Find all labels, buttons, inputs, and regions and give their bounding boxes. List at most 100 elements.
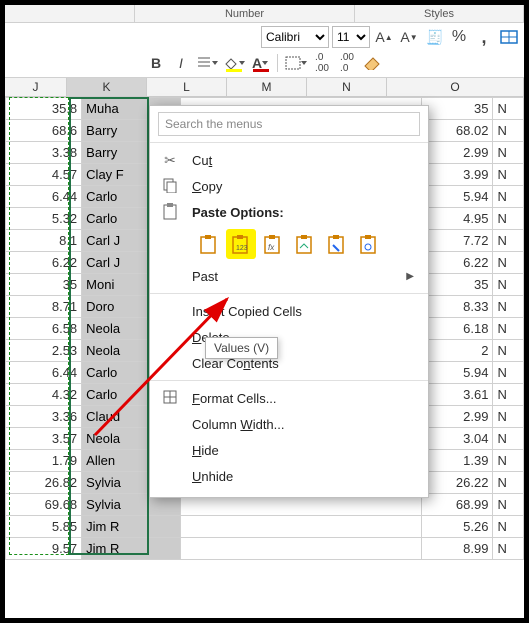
cell-o[interactable]: 1.39 <box>422 450 493 472</box>
cell-p[interactable]: N <box>493 274 524 296</box>
cell-o[interactable]: 6.18 <box>422 318 493 340</box>
menu-unhide[interactable]: Unhide <box>150 463 428 489</box>
align-icon[interactable] <box>195 52 219 74</box>
menu-format-cells[interactable]: Format Cells... <box>150 385 428 411</box>
cell-p[interactable]: N <box>493 450 524 472</box>
cell-j[interactable]: 6.22 <box>6 252 82 274</box>
cell-j[interactable]: 3.57 <box>6 428 82 450</box>
cell-o[interactable]: 2 <box>422 340 493 362</box>
increase-decimal-icon[interactable]: .0.00 <box>311 52 333 74</box>
cell-k[interactable]: Jim R <box>82 538 181 560</box>
percent-icon[interactable]: % <box>448 26 470 48</box>
comma-icon[interactable]: , <box>473 26 495 48</box>
cell-p[interactable]: N <box>493 230 524 252</box>
menu-delete[interactable]: Delete <box>150 324 428 350</box>
cell-o[interactable]: 3.61 <box>422 384 493 406</box>
number-format-icon[interactable]: 🧾 <box>423 26 445 48</box>
paste-link-icon[interactable] <box>354 229 384 259</box>
decrease-decimal-icon[interactable]: .00.0 <box>336 52 358 74</box>
cell-p[interactable]: N <box>493 494 524 516</box>
font-color-icon[interactable]: A <box>249 52 271 74</box>
cell-j[interactable]: 5.85 <box>6 516 82 538</box>
table-row[interactable]: 9.57Jim R 8.99N <box>6 538 524 560</box>
col-header-n[interactable]: N <box>307 78 387 96</box>
menu-copy[interactable]: Copy <box>150 173 428 199</box>
cell-p[interactable]: N <box>493 362 524 384</box>
cell-o[interactable]: 5.26 <box>422 516 493 538</box>
paste-transpose-icon[interactable] <box>290 229 320 259</box>
cell-p[interactable]: N <box>493 538 524 560</box>
cell-hidden[interactable] <box>181 516 422 538</box>
decrease-font-icon[interactable]: A▼ <box>398 26 420 48</box>
cell-o[interactable]: 68.02 <box>422 120 493 142</box>
cell-o[interactable]: 6.22 <box>422 252 493 274</box>
cell-j[interactable]: 4.57 <box>6 164 82 186</box>
cell-o[interactable]: 2.99 <box>422 142 493 164</box>
cell-p[interactable]: N <box>493 142 524 164</box>
borders-icon[interactable] <box>284 52 308 74</box>
cell-p[interactable]: N <box>493 406 524 428</box>
cell-p[interactable]: N <box>493 252 524 274</box>
col-header-j[interactable]: J <box>5 78 67 96</box>
col-header-l[interactable]: L <box>147 78 227 96</box>
cell-j[interactable]: 1.79 <box>6 450 82 472</box>
cell-p[interactable]: N <box>493 428 524 450</box>
col-header-k[interactable]: K <box>67 78 147 96</box>
cell-o[interactable]: 8.33 <box>422 296 493 318</box>
cell-j[interactable]: 8.71 <box>6 296 82 318</box>
clear-format-icon[interactable] <box>361 52 383 74</box>
cell-o[interactable]: 5.94 <box>422 186 493 208</box>
cell-o[interactable]: 2.99 <box>422 406 493 428</box>
cell-p[interactable]: N <box>493 208 524 230</box>
font-name-select[interactable]: Calibri <box>261 26 329 48</box>
styles-icon[interactable] <box>498 26 520 48</box>
cell-p[interactable]: N <box>493 318 524 340</box>
cell-p[interactable]: N <box>493 384 524 406</box>
cell-j[interactable]: 9.57 <box>6 538 82 560</box>
cell-j[interactable]: 68.6 <box>6 120 82 142</box>
cell-p[interactable]: N <box>493 516 524 538</box>
menu-cut[interactable]: ✂ Cut <box>150 147 428 173</box>
cell-k[interactable]: Jim R <box>82 516 181 538</box>
cell-hidden[interactable] <box>181 538 422 560</box>
cell-j[interactable]: 3.38 <box>6 142 82 164</box>
cell-j[interactable]: 69.68 <box>6 494 82 516</box>
cell-p[interactable]: N <box>493 120 524 142</box>
paste-all-icon[interactable] <box>194 229 224 259</box>
fill-color-icon[interactable] <box>222 52 246 74</box>
cell-j[interactable]: 6.44 <box>6 362 82 384</box>
cell-j[interactable]: 26.82 <box>6 472 82 494</box>
cell-o[interactable]: 4.95 <box>422 208 493 230</box>
cell-o[interactable]: 26.22 <box>422 472 493 494</box>
cell-o[interactable]: 3.99 <box>422 164 493 186</box>
cell-p[interactable]: N <box>493 296 524 318</box>
cell-p[interactable]: N <box>493 472 524 494</box>
cell-j[interactable]: 2.53 <box>6 340 82 362</box>
font-size-select[interactable]: 11 <box>332 26 370 48</box>
italic-icon[interactable]: I <box>170 52 192 74</box>
menu-paste-special[interactable]: Past ▶ <box>150 263 428 289</box>
col-header-o[interactable]: O <box>387 78 524 96</box>
menu-insert-copied-cells[interactable]: Insert Copied Cells <box>150 298 428 324</box>
cell-j[interactable]: 35.8 <box>6 98 82 120</box>
cell-p[interactable]: N <box>493 98 524 120</box>
bold-icon[interactable]: B <box>145 52 167 74</box>
menu-search-input[interactable]: Search the menus <box>158 112 420 136</box>
cell-p[interactable]: N <box>493 186 524 208</box>
cell-o[interactable]: 68.99 <box>422 494 493 516</box>
menu-hide[interactable]: Hide <box>150 437 428 463</box>
cell-j[interactable]: 3.36 <box>6 406 82 428</box>
cell-o[interactable]: 35 <box>422 98 493 120</box>
cell-p[interactable]: N <box>493 340 524 362</box>
paste-formulas-icon[interactable]: fx <box>258 229 288 259</box>
cell-p[interactable]: N <box>493 164 524 186</box>
cell-o[interactable]: 8.99 <box>422 538 493 560</box>
cell-o[interactable]: 5.94 <box>422 362 493 384</box>
col-header-m[interactable]: M <box>227 78 307 96</box>
cell-o[interactable]: 3.04 <box>422 428 493 450</box>
cell-j[interactable]: 6.58 <box>6 318 82 340</box>
cell-j[interactable]: 8.1 <box>6 230 82 252</box>
increase-font-icon[interactable]: A▲ <box>373 26 395 48</box>
cell-j[interactable]: 5.32 <box>6 208 82 230</box>
cell-j[interactable]: 6.44 <box>6 186 82 208</box>
